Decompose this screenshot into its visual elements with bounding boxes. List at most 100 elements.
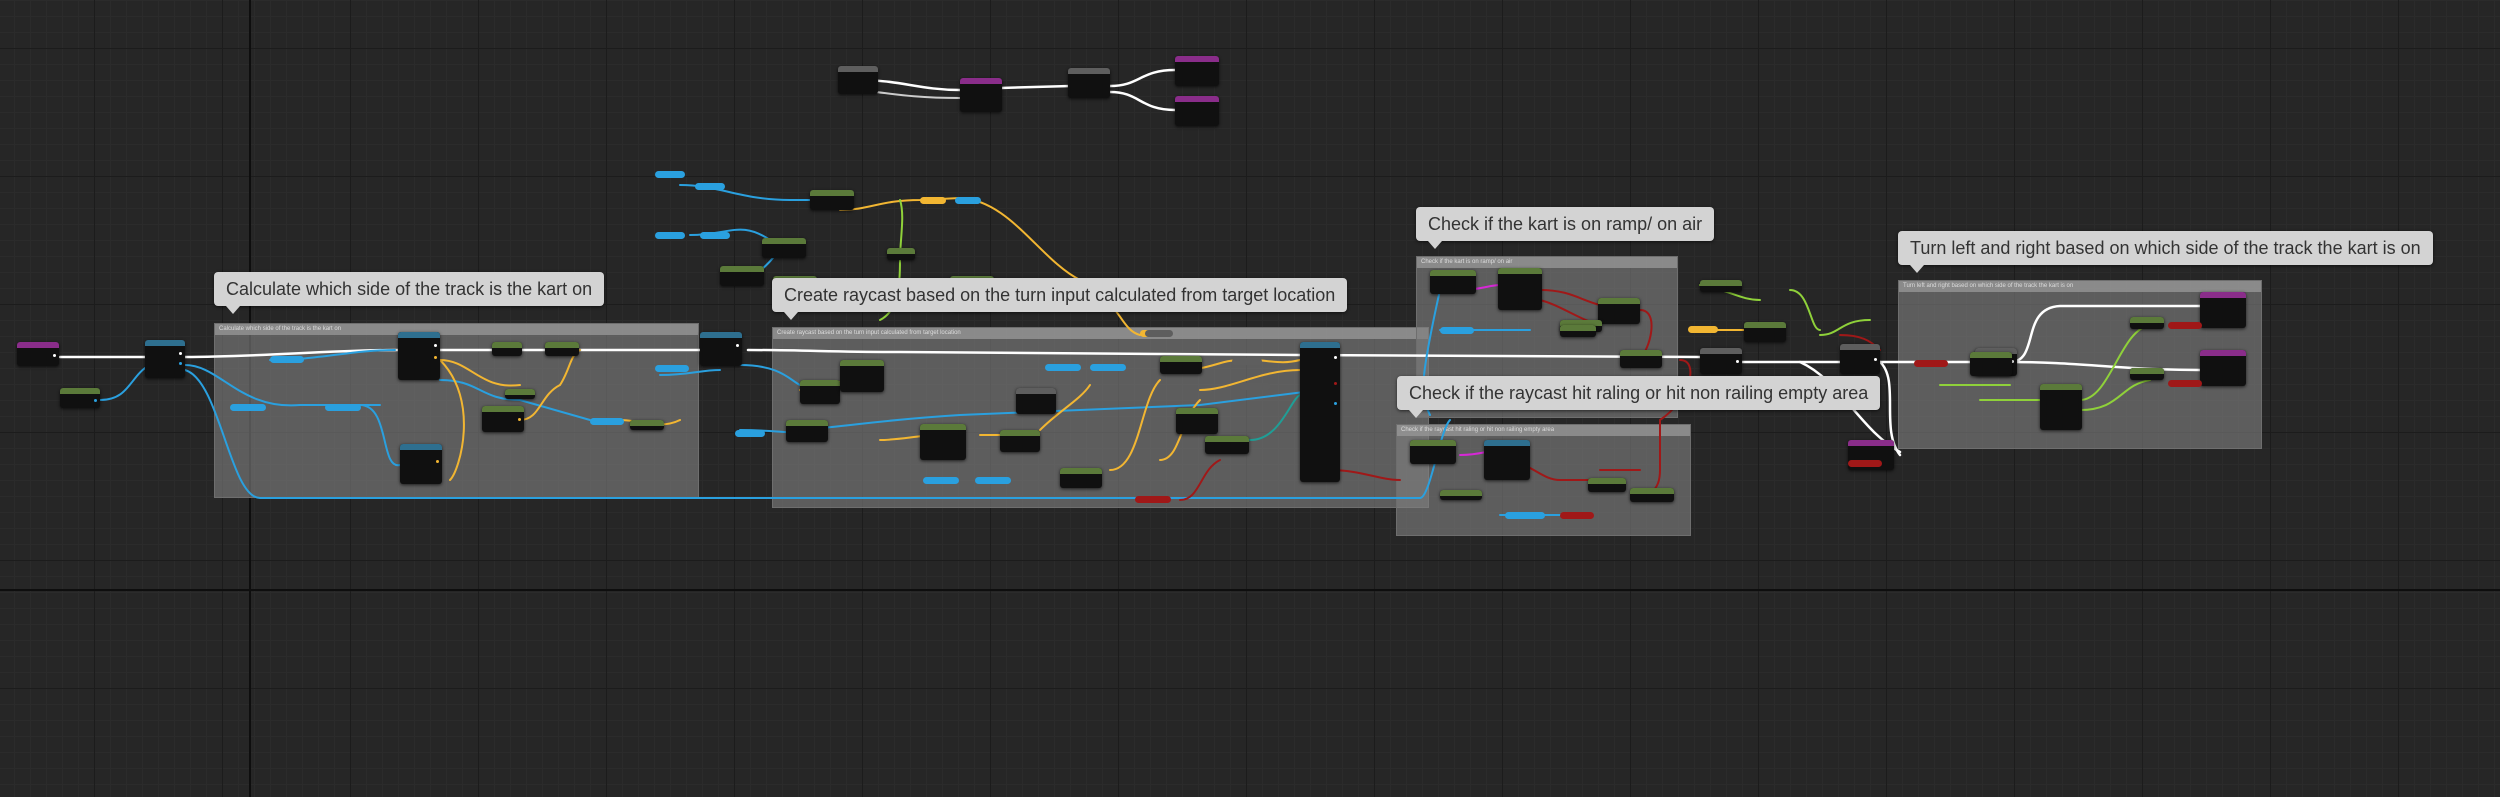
bool-wire [1179, 459, 1221, 501]
blueprint-graph-canvas[interactable]: Calculate which side of the track is the… [0, 0, 2500, 797]
pure-node[interactable] [1630, 488, 1674, 502]
pure-node[interactable] [920, 424, 966, 460]
float-variable-getter[interactable] [1688, 326, 1718, 333]
exec-wire [746, 348, 1704, 360]
comment-bubble-calculate-side[interactable]: Calculate which side of the track is the… [214, 272, 605, 314]
pure-node[interactable] [762, 238, 806, 258]
event-node[interactable] [2200, 292, 2246, 328]
bool-variable-getter[interactable] [1914, 360, 1948, 367]
pure-node[interactable] [1620, 350, 1662, 368]
float-wire [1109, 379, 1161, 471]
function-node[interactable] [398, 332, 440, 380]
vector-variable-getter[interactable] [975, 477, 1011, 484]
function-node[interactable] [145, 340, 185, 378]
float-wire [439, 359, 521, 387]
event-node[interactable] [1175, 56, 1219, 86]
vector-variable-getter[interactable] [655, 232, 685, 239]
bool-wire [1329, 469, 1401, 481]
event-node[interactable] [1175, 96, 1219, 126]
pure-node[interactable] [1560, 325, 1596, 337]
pure-node[interactable] [1588, 478, 1626, 492]
pure-node[interactable] [482, 406, 524, 432]
struct-wire [2079, 379, 2151, 411]
vector-variable-getter[interactable] [923, 477, 959, 484]
bool-variable-getter[interactable] [1135, 496, 1171, 503]
select-node[interactable] [1240, 383, 1270, 390]
exec-wire [1108, 68, 1177, 88]
pure-node[interactable] [505, 389, 535, 399]
vector-variable-getter[interactable] [1505, 512, 1545, 519]
comment-bubble-turn[interactable]: Turn left and right based on which side … [1898, 231, 2433, 273]
exec-wire [2008, 360, 2202, 372]
comment-bubble-raycast[interactable]: Create raycast based on the turn input c… [772, 278, 1348, 320]
pure-node[interactable] [1700, 280, 1742, 292]
comment-bubble-railing[interactable]: Check if the raycast hit raling or hit n… [1397, 376, 1881, 418]
pure-node[interactable] [1410, 440, 1456, 464]
vector-variable-getter[interactable] [655, 365, 689, 372]
pure-node[interactable] [1598, 298, 1640, 324]
vector-wire [99, 364, 151, 401]
select-node[interactable] [1232, 358, 1262, 365]
vector-variable-getter[interactable] [1440, 327, 1474, 334]
vector-variable-getter[interactable] [1090, 364, 1126, 371]
vector-variable-getter[interactable] [1045, 364, 1081, 371]
bool-variable-getter[interactable] [2168, 322, 2202, 329]
pure-node[interactable] [887, 248, 915, 260]
vector-variable-getter[interactable] [700, 232, 730, 239]
pure-node[interactable] [60, 388, 100, 408]
vector-variable-getter[interactable] [230, 404, 266, 411]
pure-node[interactable] [2130, 368, 2164, 380]
float-variable-getter[interactable] [920, 197, 946, 204]
wire-layer [58, 68, 2202, 516]
pure-node[interactable] [786, 420, 828, 442]
function-node[interactable] [400, 444, 442, 484]
pure-node[interactable] [1430, 270, 1476, 294]
exec-wire [183, 348, 712, 359]
pure-node[interactable] [1440, 490, 1482, 500]
vector-variable-getter[interactable] [270, 356, 304, 363]
pure-node[interactable] [1205, 436, 1249, 454]
event-node[interactable] [2200, 350, 2246, 386]
branch-node[interactable] [1700, 348, 1742, 374]
event-node[interactable] [960, 78, 1002, 112]
pure-node[interactable] [810, 190, 854, 210]
teal-wire [1249, 394, 1301, 441]
exec-wire [2008, 304, 2202, 364]
vector-variable-getter[interactable] [655, 171, 685, 178]
branch-node[interactable] [1068, 68, 1110, 98]
struct-wire [1819, 319, 1871, 336]
event-node[interactable] [17, 342, 59, 366]
vector-variable-getter[interactable] [955, 197, 981, 204]
pure-node[interactable] [1160, 356, 1202, 374]
pure-node[interactable] [2130, 317, 2164, 329]
vector-variable-getter[interactable] [735, 430, 765, 437]
pure-node[interactable] [800, 380, 840, 404]
branch-node[interactable] [838, 66, 878, 94]
pure-node[interactable] [840, 360, 884, 392]
branch-node[interactable] [1016, 388, 1056, 414]
function-node[interactable] [1484, 440, 1530, 480]
bool-variable-getter[interactable] [2168, 380, 2202, 387]
select-node[interactable] [1145, 330, 1173, 337]
bool-variable-getter[interactable] [1560, 512, 1594, 519]
pure-node[interactable] [1498, 268, 1542, 310]
pure-node[interactable] [545, 342, 579, 356]
pure-node[interactable] [1000, 430, 1040, 452]
pure-node[interactable] [720, 266, 764, 286]
pure-node[interactable] [2040, 384, 2082, 430]
function-node[interactable] [700, 332, 742, 366]
branch-node[interactable] [1840, 344, 1880, 374]
pure-node[interactable] [1176, 408, 1218, 434]
vector-variable-getter[interactable] [325, 404, 361, 411]
vector-variable-getter[interactable] [695, 183, 725, 190]
pure-node[interactable] [630, 420, 664, 430]
pure-node[interactable] [492, 342, 522, 356]
bool-variable-getter[interactable] [1848, 460, 1882, 467]
pure-node[interactable] [1744, 322, 1786, 342]
vector-variable-getter[interactable] [590, 418, 624, 425]
function-node-line-trace[interactable] [1300, 342, 1340, 482]
comment-bubble-ramp-air[interactable]: Check if the kart is on ramp/ on air [1416, 207, 1715, 249]
pure-node[interactable] [1060, 468, 1102, 488]
vector-wire [184, 364, 381, 407]
pure-node[interactable] [1970, 352, 2012, 376]
